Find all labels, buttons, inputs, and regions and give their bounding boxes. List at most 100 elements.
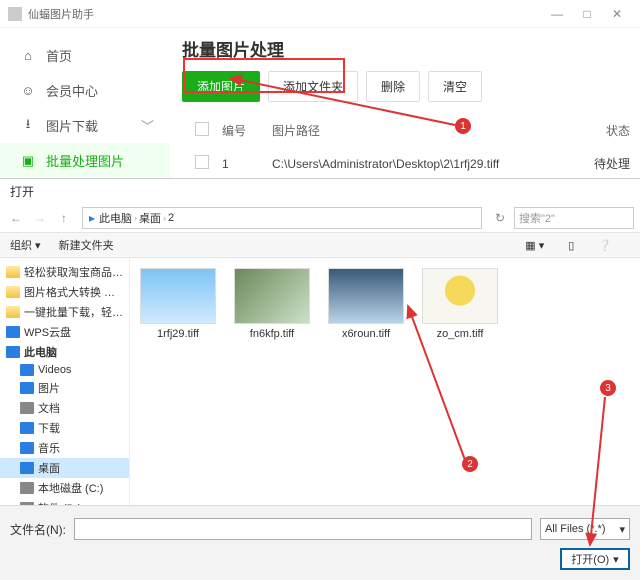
crumb-desktop[interactable]: 桌面: [139, 210, 161, 226]
address-bar[interactable]: ▸ 此电脑 › 桌面 › 2: [82, 207, 482, 229]
tree-item-label: 轻松获取淘宝商品…: [24, 264, 123, 280]
tree-item[interactable]: WPS云盘: [0, 322, 129, 342]
tree-item-label: Videos: [38, 364, 71, 376]
sidebar-item-home[interactable]: ⌂ 首页: [0, 38, 170, 73]
tree-item-label: 图片: [38, 380, 60, 396]
tree-item[interactable]: 下载: [0, 418, 129, 438]
tree-item-label: 图片格式大转换 …: [24, 284, 115, 300]
annotation-badge-2: 2: [462, 456, 478, 472]
tree-item-icon: [6, 286, 20, 298]
image-icon: ▣: [20, 153, 36, 169]
annotation-badge-3: 3: [600, 380, 616, 396]
search-placeholder: 搜索"2": [519, 210, 555, 226]
file-thumbnail[interactable]: 1rfj29.tiff: [140, 268, 216, 340]
sidebar-item-label: 图片下载: [46, 116, 98, 135]
back-button[interactable]: ←: [6, 208, 26, 228]
tree-item-label: 此电脑: [24, 344, 57, 360]
delete-button[interactable]: 删除: [366, 71, 420, 102]
tree-item[interactable]: 此电脑: [0, 342, 129, 362]
file-thumbnail[interactable]: zo_cm.tiff: [422, 268, 498, 340]
sidebar-item-batch[interactable]: ▣ 批量处理图片: [0, 143, 170, 178]
tree-item[interactable]: 轻松获取淘宝商品…: [0, 262, 129, 282]
maximize-button[interactable]: □: [572, 7, 602, 21]
sidebar-item-download[interactable]: ⭳ 图片下载 ﹀: [0, 108, 170, 143]
thumbnail-label: 1rfj29.tiff: [140, 328, 216, 340]
add-folder-button[interactable]: 添加文件夹: [268, 71, 358, 102]
row-checkbox[interactable]: [195, 155, 209, 169]
open-button[interactable]: 打开(O)▾: [560, 548, 630, 570]
tree-item[interactable]: 桌面: [0, 458, 129, 478]
close-button[interactable]: ✕: [602, 7, 632, 21]
organize-menu[interactable]: 组织 ▾: [10, 237, 41, 253]
sidebar: ⌂ 首页 ☺ 会员中心 ⭳ 图片下载 ﹀ ▣ 批量处理图片: [0, 28, 170, 178]
thumbnail-image: [422, 268, 498, 324]
tree-item-icon: [6, 346, 20, 358]
tree-item[interactable]: 本地磁盘 (C:): [0, 478, 129, 498]
file-thumbnail[interactable]: x6roun.tiff: [328, 268, 404, 340]
tree-item-icon: [20, 422, 34, 434]
table-row[interactable]: 1 C:\Users\Administrator\Desktop\2\1rfj2…: [182, 147, 640, 180]
file-type-filter[interactable]: All Files (*.*)▾: [540, 518, 630, 540]
tree-item-label: WPS云盘: [24, 324, 71, 340]
tree-item-icon: [20, 364, 34, 376]
refresh-button[interactable]: ↻: [490, 208, 510, 228]
tree-item-label: 音乐: [38, 440, 60, 456]
tree-item-icon: [6, 326, 20, 338]
tree-item-icon: [6, 306, 20, 318]
tree-item-icon: [20, 402, 34, 414]
up-button[interactable]: ↑: [54, 208, 74, 228]
titlebar: 仙蝠图片助手 — □ ✕: [0, 0, 640, 28]
open-dialog: 打开 ← → ↑ ▸ 此电脑 › 桌面 › 2 ↻ 搜索"2" 组织 ▾ 新建文…: [0, 178, 640, 580]
tree-item[interactable]: 文档: [0, 398, 129, 418]
sidebar-item-label: 首页: [46, 46, 72, 65]
thumbnail-label: x6roun.tiff: [328, 328, 404, 340]
help-button[interactable]: ❔: [598, 239, 612, 252]
search-input[interactable]: 搜索"2": [514, 207, 634, 229]
tree-item-label: 文档: [38, 400, 60, 416]
folder-tree[interactable]: 轻松获取淘宝商品… 图片格式大转换 … 一键批量下载，轻… WPS云盘此电脑 Video…: [0, 258, 130, 528]
file-grid[interactable]: 1rfj29.tiff fn6kfp.tiff x6roun.tiff zo_cm.t…: [130, 258, 640, 528]
filename-input[interactable]: [74, 518, 532, 540]
chevron-down-icon: ﹀: [141, 116, 154, 135]
thumbnail-label: zo_cm.tiff: [422, 328, 498, 340]
col-status: 状态: [580, 122, 640, 139]
filename-label: 文件名(N):: [10, 521, 66, 538]
app-title: 仙蝠图片助手: [28, 6, 542, 22]
new-folder-button[interactable]: 新建文件夹: [59, 237, 114, 253]
tree-item[interactable]: 图片格式大转换 …: [0, 282, 129, 302]
crumb-folder[interactable]: 2: [168, 212, 174, 224]
col-path: 图片路径: [272, 122, 580, 139]
sidebar-item-member[interactable]: ☺ 会员中心: [0, 73, 170, 108]
view-options-button[interactable]: ▦ ▾: [525, 239, 544, 252]
tree-item-label: 下载: [38, 420, 60, 436]
thumbnail-image: [140, 268, 216, 324]
forward-button[interactable]: →: [30, 208, 50, 228]
pc-icon: ▸: [89, 211, 95, 225]
preview-pane-button[interactable]: ▯: [568, 239, 574, 252]
thumbnail-image: [234, 268, 310, 324]
select-all-checkbox[interactable]: [195, 122, 209, 136]
annotation-badge-1: 1: [455, 118, 471, 134]
main-panel: 批量图片处理 添加图片 添加文件夹 删除 清空 编号 图片路径 状态 1 C:\…: [170, 28, 640, 178]
tree-item[interactable]: 一键批量下载，轻…: [0, 302, 129, 322]
minimize-button[interactable]: —: [542, 7, 572, 21]
sidebar-item-label: 会员中心: [46, 81, 98, 100]
thumbnail-image: [328, 268, 404, 324]
table-header: 编号 图片路径 状态: [182, 114, 640, 147]
tree-item-icon: [20, 442, 34, 454]
download-icon: ⭳: [20, 118, 36, 134]
row-num: 1: [222, 157, 272, 171]
tree-item-icon: [20, 382, 34, 394]
clear-button[interactable]: 清空: [428, 71, 482, 102]
file-thumbnail[interactable]: fn6kfp.tiff: [234, 268, 310, 340]
tree-item[interactable]: 图片: [0, 378, 129, 398]
row-status: 待处理: [580, 155, 640, 172]
crumb-root[interactable]: 此电脑: [99, 210, 132, 226]
tree-item-icon: [6, 266, 20, 278]
user-icon: ☺: [20, 83, 36, 99]
tree-item[interactable]: Videos: [0, 362, 129, 378]
tree-item-icon: [20, 482, 34, 494]
tree-item[interactable]: 音乐: [0, 438, 129, 458]
row-path: C:\Users\Administrator\Desktop\2\1rfj29.…: [272, 157, 580, 171]
add-image-button[interactable]: 添加图片: [182, 71, 260, 102]
